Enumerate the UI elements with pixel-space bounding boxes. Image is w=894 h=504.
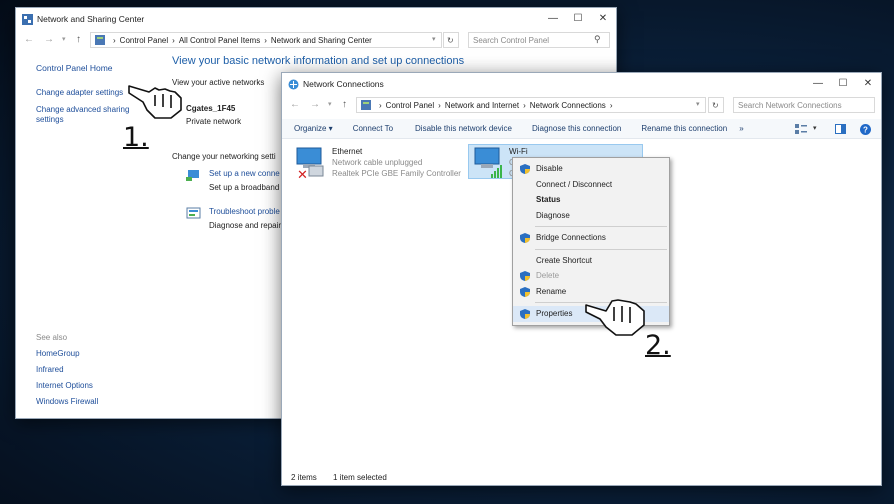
close-button[interactable]: ✕ — [853, 73, 883, 93]
menu-separator — [535, 248, 667, 250]
window-title: Network and Sharing Center — [37, 14, 145, 24]
menu-item-connect-disconnect[interactable]: Connect / Disconnect — [513, 177, 669, 193]
troubleshoot-link[interactable]: Troubleshoot proble — [209, 207, 280, 216]
command-bar: Organize ▾ Connect To Disable this netwo… — [282, 119, 881, 139]
homegroup-link[interactable]: HomeGroup — [36, 349, 80, 358]
more-commands-button[interactable]: » — [739, 124, 743, 133]
control-panel-icon — [361, 100, 371, 110]
ethernet-status: Network cable unplugged — [332, 158, 423, 167]
search-input[interactable]: Search Network Connections — [733, 97, 875, 113]
infrared-link[interactable]: Infrared — [36, 365, 64, 374]
windows-firewall-link[interactable]: Windows Firewall — [36, 397, 98, 406]
see-also-heading: See also — [36, 333, 68, 342]
troubleshoot-icon — [186, 207, 201, 219]
step-two-label: 2. — [645, 330, 671, 361]
address-dropdown-icon[interactable]: ▾ — [696, 100, 700, 108]
breadcrumb-all-items[interactable]: All Control Panel Items — [179, 36, 260, 45]
breadcrumb-separator: › — [523, 100, 526, 110]
up-arrow-icon[interactable]: ↑ — [76, 34, 81, 45]
preview-pane-icon[interactable] — [835, 124, 846, 134]
internet-options-link[interactable]: Internet Options — [36, 381, 93, 390]
wifi-name[interactable]: Wi-Fi — [509, 147, 528, 156]
breadcrumb-separator: › — [264, 35, 267, 45]
change-advanced-sharing-link-line2[interactable]: settings — [36, 115, 64, 124]
organize-menu[interactable]: Organize ▾ — [294, 124, 333, 133]
breadcrumb-separator: › — [609, 100, 613, 110]
refresh-button[interactable]: ↻ — [443, 32, 459, 48]
change-settings-label: Change your networking setti — [172, 152, 276, 161]
troubleshoot-desc: Diagnose and repair — [209, 221, 282, 230]
step-one-label: 1. — [123, 122, 149, 153]
forward-arrow-icon[interactable]: → — [310, 99, 320, 110]
setup-connection-desc: Set up a broadband — [209, 183, 280, 192]
ethernet-adapter-icon[interactable]: ✕ — [293, 146, 327, 180]
svg-text:✕: ✕ — [297, 168, 308, 180]
menu-item-create-shortcut[interactable]: Create Shortcut — [513, 253, 669, 269]
recent-dropdown-icon[interactable]: ▾ — [62, 35, 66, 43]
change-advanced-sharing-link[interactable]: Change advanced sharing — [36, 105, 129, 114]
address-dropdown-icon[interactable]: ▾ — [432, 35, 436, 43]
selection-count: 1 item selected — [333, 473, 387, 482]
wifi-adapter-icon — [474, 147, 502, 178]
address-bar[interactable]: › Control Panel › All Control Panel Item… — [90, 32, 442, 48]
window-title: Network Connections — [303, 79, 384, 89]
uac-shield-icon — [520, 164, 530, 174]
menu-item-disable[interactable]: Disable — [513, 161, 669, 177]
breadcrumb-network-center[interactable]: Network and Sharing Center — [271, 36, 372, 45]
menu-item-delete: Delete — [513, 268, 669, 284]
connect-to-button[interactable]: Connect To — [353, 124, 393, 133]
ethernet-name[interactable]: Ethernet — [332, 147, 362, 156]
control-panel-icon — [95, 35, 105, 45]
uac-shield-icon — [520, 309, 530, 319]
back-arrow-icon[interactable]: ← — [24, 34, 34, 45]
rename-connection-button[interactable]: Rename this connection — [641, 124, 727, 133]
address-bar[interactable]: › Control Panel › Network and Internet ›… — [356, 97, 706, 113]
menu-item-status[interactable]: Status — [513, 192, 669, 208]
ethernet-device: Realtek PCIe GBE Family Controller — [332, 169, 461, 178]
diagnose-connection-button[interactable]: Diagnose this connection — [532, 124, 621, 133]
title-bar[interactable]: Network and Sharing Center — [16, 8, 616, 30]
refresh-button[interactable]: ↻ — [708, 97, 724, 113]
uac-shield-icon — [520, 233, 530, 243]
watermark-url: jingyan.baidu.com — [690, 467, 792, 480]
change-adapter-settings-link[interactable]: Change adapter settings — [36, 88, 123, 97]
pointing-hand-icon — [128, 85, 182, 119]
menu-item-diagnose[interactable]: Diagnose — [513, 208, 669, 224]
breadcrumb-separator: › — [113, 35, 116, 45]
breadcrumb-separator: › — [379, 100, 382, 110]
breadcrumb-network-connections[interactable]: Network Connections — [530, 101, 606, 110]
forward-arrow-icon[interactable]: → — [44, 34, 54, 45]
recent-dropdown-icon[interactable]: ▾ — [328, 100, 332, 108]
title-bar[interactable]: Network Connections — [282, 73, 881, 95]
control-panel-home-link[interactable]: Control Panel Home — [36, 63, 113, 73]
view-options-icon[interactable] — [795, 124, 807, 134]
pointing-hand-icon — [585, 299, 645, 336]
breadcrumb-separator: › — [438, 100, 441, 110]
menu-item-bridge-connections[interactable]: Bridge Connections — [513, 230, 669, 246]
uac-shield-icon — [520, 271, 530, 281]
network-connections-icon — [288, 79, 299, 89]
network-center-icon — [22, 13, 33, 25]
watermark-brand: Baidu 经验 — [684, 421, 873, 461]
menu-separator — [535, 226, 667, 227]
up-arrow-icon[interactable]: ↑ — [342, 99, 347, 110]
breadcrumb-control-panel[interactable]: Control Panel — [120, 36, 168, 45]
search-icon[interactable]: ⚲ — [594, 34, 601, 45]
help-icon[interactable]: ? — [860, 124, 871, 135]
back-arrow-icon[interactable]: ← — [290, 99, 300, 110]
search-input[interactable]: Search Control Panel — [468, 32, 610, 48]
breadcrumb-control-panel[interactable]: Control Panel — [386, 101, 434, 110]
setup-connection-link[interactable]: Set up a new conne — [209, 169, 280, 178]
breadcrumb-separator: › — [172, 35, 175, 45]
svg-text:?: ? — [863, 126, 868, 135]
uac-shield-icon — [520, 286, 530, 297]
setup-connection-icon — [186, 170, 199, 181]
disable-device-button[interactable]: Disable this network device — [415, 124, 512, 133]
item-count: 2 items — [291, 473, 317, 482]
page-heading: View your basic network information and … — [172, 55, 465, 67]
view-dropdown-icon[interactable]: ▾ — [813, 124, 817, 132]
close-button[interactable]: ✕ — [588, 8, 618, 28]
breadcrumb-network-internet[interactable]: Network and Internet — [445, 101, 519, 110]
